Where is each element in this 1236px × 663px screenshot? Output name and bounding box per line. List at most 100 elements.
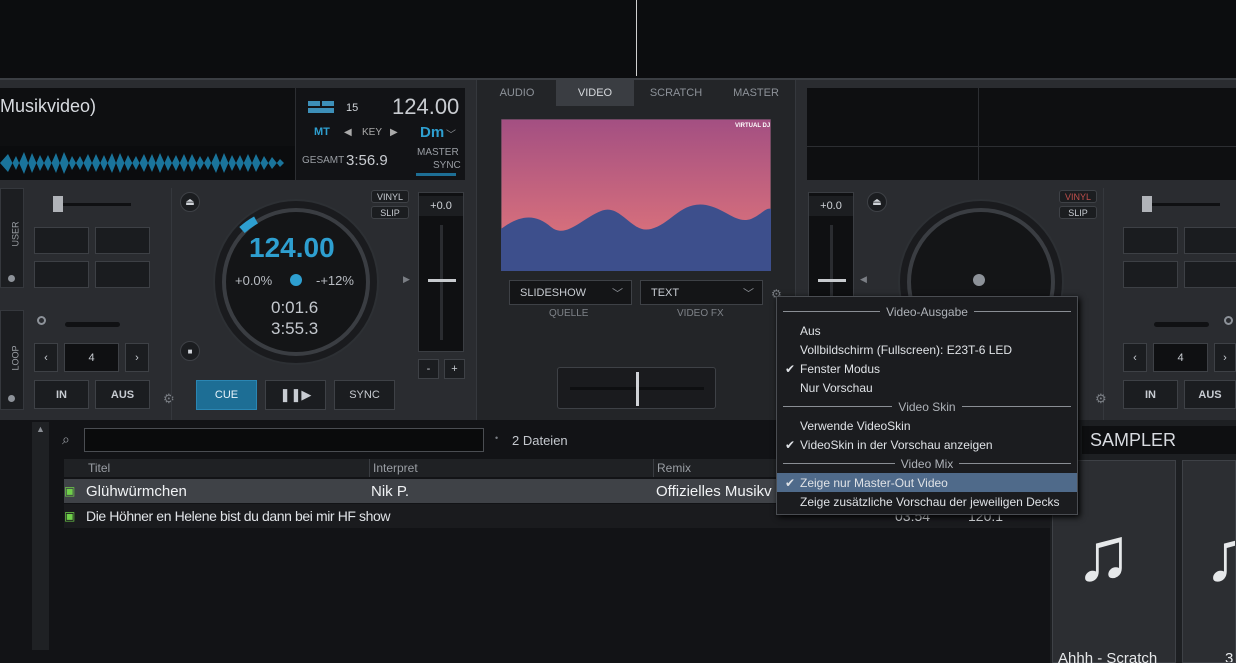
stop-icon[interactable]: ■ <box>180 341 200 361</box>
tab-scratch[interactable]: SCRATCH <box>636 80 716 106</box>
hotcue-pad-r2[interactable] <box>1184 227 1236 254</box>
menu-item-aus[interactable]: Aus <box>777 321 1077 340</box>
master-tempo-button[interactable]: MT <box>314 126 330 138</box>
cue-button[interactable]: CUE <box>196 380 257 410</box>
gear-icon[interactable]: ⚙ <box>1095 391 1107 407</box>
loop-half-button-right[interactable]: ‹ <box>1123 343 1147 372</box>
hotcue-pad-1[interactable] <box>34 227 89 254</box>
check-icon: ✔ <box>785 475 796 490</box>
hotcue-pad-4[interactable] <box>95 261 150 288</box>
loop-in-button-right[interactable]: IN <box>1123 380 1178 409</box>
chevron-down-icon: ﹀ <box>743 288 754 300</box>
loop-size-value-right: 4 <box>1153 343 1208 372</box>
check-icon: ✔ <box>785 361 796 376</box>
source-label: QUELLE <box>549 308 589 319</box>
browser-scrollbar[interactable]: ▲ <box>32 422 49 650</box>
tab-audio[interactable]: AUDIO <box>478 80 556 106</box>
search-icon: ⌕ <box>62 431 70 447</box>
menu-item-master-only[interactable]: ✔ Zeige nur Master-Out Video <box>777 473 1077 492</box>
menu-item-fullscreen[interactable]: Vollbildschirm (Fullscreen): E23T-6 LED <box>777 340 1077 359</box>
loop-double-button[interactable]: › <box>125 343 149 372</box>
key-value[interactable]: Dm <box>420 124 444 141</box>
chevron-down-icon[interactable]: ﹀ <box>446 126 456 141</box>
elapsed-time: 0:01.6 <box>271 298 319 317</box>
remain-time: 3:55.3 <box>271 319 319 338</box>
gesamt-label: GESAMT <box>302 155 345 166</box>
filter-slider-handle-right[interactable] <box>1142 196 1152 212</box>
row-title: Glühwürmchen <box>86 482 187 500</box>
hotcue-pad-r4[interactable] <box>1184 261 1236 288</box>
video-crossfader[interactable] <box>557 367 716 409</box>
pitch-minus-button[interactable]: - <box>418 359 439 379</box>
music-note-icon: ♫ <box>1203 517 1235 593</box>
video-output-menu: Video-Ausgabe Aus Vollbildschirm (Fullsc… <box>776 296 1078 515</box>
source-select[interactable]: SLIDESHOW ﹀ <box>509 280 632 305</box>
loop-out-button[interactable]: AUS <box>95 380 150 409</box>
menu-header-skin: Video Skin <box>777 397 1077 416</box>
loop-in-button[interactable]: IN <box>34 380 89 409</box>
deck-left-title: Musikvideo) <box>0 96 97 116</box>
layout-icon <box>308 101 320 106</box>
column-title[interactable]: Titel <box>88 461 110 475</box>
loop-pad-tab[interactable]: LOOP <box>0 310 24 410</box>
key-label: KEY <box>362 127 383 138</box>
filter-slider-handle[interactable] <box>53 196 63 212</box>
hotcue-pad-r1[interactable] <box>1123 227 1178 254</box>
menu-item-decks-preview[interactable]: Zeige zusätzliche Vorschau der jeweilige… <box>777 492 1077 511</box>
deck-left-waveform[interactable] <box>0 146 295 180</box>
key-up-icon[interactable]: ▶ <box>390 127 398 138</box>
master-label: MASTER <box>417 147 459 158</box>
menu-item-window[interactable]: ✔ Fenster Modus <box>777 359 1077 378</box>
sampler-header: SAMPLER <box>1082 426 1236 454</box>
key-down-icon[interactable]: ◀ <box>344 127 352 138</box>
eject-icon[interactable]: ⏏ <box>867 192 887 212</box>
loop-slider-right[interactable] <box>1154 322 1209 327</box>
hotcue-pad-r3[interactable] <box>1123 261 1178 288</box>
jog-pitch: +0.0% <box>235 273 273 288</box>
menu-item-preview-only[interactable]: Nur Vorschau <box>777 378 1077 397</box>
user-dot <box>8 275 15 282</box>
pitch-handle[interactable] <box>428 279 456 282</box>
loop-dot <box>8 395 15 402</box>
loop-out-button-right[interactable]: AUS <box>1184 380 1236 409</box>
loop-toggle-icon[interactable] <box>1224 316 1233 325</box>
loop-label: LOOP <box>10 345 21 371</box>
menu-item-use-skin[interactable]: Verwende VideoSkin <box>777 416 1077 435</box>
pitch-fader-left[interactable]: +0.0 <box>418 192 464 352</box>
sync-button[interactable]: SYNC <box>334 380 395 410</box>
layout-icon-2 <box>322 101 334 106</box>
eject-icon[interactable]: ⏏ <box>180 192 200 212</box>
loop-slider[interactable] <box>65 322 120 327</box>
pitch-plus-button[interactable]: + <box>444 359 465 379</box>
loop-toggle-icon[interactable] <box>37 316 46 325</box>
hotcue-pad-3[interactable] <box>34 261 89 288</box>
menu-item-skin-preview[interactable]: ✔ VideoSkin in der Vorschau anzeigen <box>777 435 1077 454</box>
music-note-icon: ♫ <box>1075 512 1132 597</box>
column-remix[interactable]: Remix <box>657 461 691 475</box>
pitch-handle[interactable] <box>818 279 846 282</box>
loop-double-button-right[interactable]: › <box>1214 343 1236 372</box>
divider <box>978 88 979 180</box>
deck-left-display: 15 124.00 MT ◀ KEY ▶ Dm ﹀ GESAMT 3:56.9 … <box>295 88 465 180</box>
tab-master[interactable]: MASTER <box>716 80 796 106</box>
column-artist[interactable]: Interpret <box>373 461 418 475</box>
sampler-slot-2[interactable]: ♫ 3 <box>1182 460 1236 663</box>
divider <box>369 459 370 477</box>
user-pad-tab[interactable]: USER <box>0 188 24 288</box>
search-input[interactable] <box>84 428 484 452</box>
row-artist: Nik P. <box>371 482 410 500</box>
hotcue-pad-2[interactable] <box>95 227 150 254</box>
tab-video[interactable]: VIDEO <box>556 80 634 106</box>
filter-slider-right[interactable] <box>1144 203 1220 206</box>
filter-slider[interactable] <box>55 203 131 206</box>
scroll-up-icon[interactable]: ▲ <box>36 424 45 434</box>
pitch-value-right: +0.0 <box>809 196 853 216</box>
loop-half-button[interactable]: ‹ <box>34 343 58 372</box>
fx-select[interactable]: TEXT ﹀ <box>640 280 763 305</box>
crossfader-handle[interactable] <box>636 372 639 406</box>
deck-right-info <box>807 88 1236 180</box>
check-icon: ✔ <box>785 437 796 452</box>
video-file-icon: ▣ <box>64 484 76 498</box>
play-pause-button[interactable]: ❚❚▶ <box>265 380 326 410</box>
deck-left-bpm: 124.00 <box>392 94 460 119</box>
